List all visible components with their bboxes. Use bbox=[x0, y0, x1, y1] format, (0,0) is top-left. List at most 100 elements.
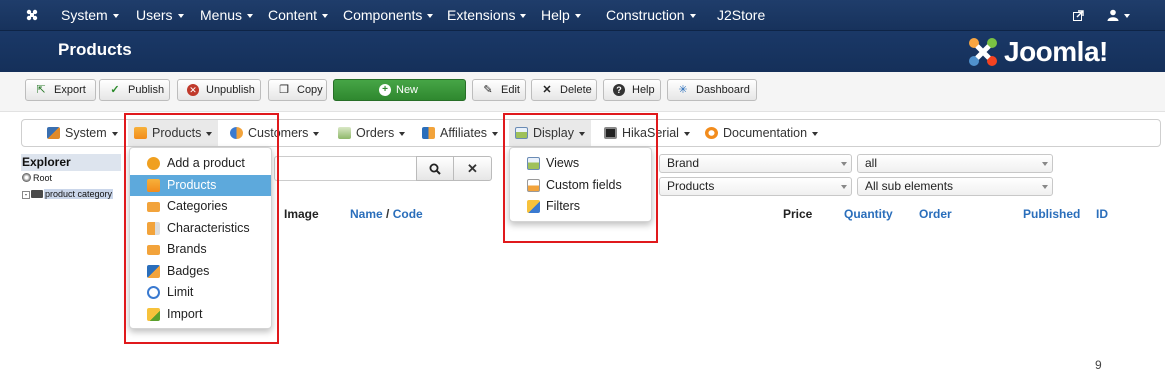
tree-label: product category bbox=[44, 189, 114, 199]
hika-menu-affiliates[interactable]: Affiliates bbox=[422, 120, 499, 146]
menu-label: Affiliates bbox=[440, 126, 488, 140]
new-button[interactable]: + New bbox=[333, 79, 466, 101]
export-button[interactable]: ⇱ Export bbox=[25, 79, 96, 101]
button-label: New bbox=[396, 84, 419, 96]
caret-down-icon bbox=[322, 14, 329, 19]
column-order[interactable]: Order bbox=[919, 207, 952, 221]
nav-components[interactable]: Components bbox=[343, 0, 434, 31]
status-filter-select[interactable]: all bbox=[857, 154, 1053, 173]
caret-down-icon bbox=[1124, 14, 1130, 19]
caret-down-icon bbox=[520, 14, 527, 19]
caret-down-icon bbox=[399, 131, 406, 136]
tree-root[interactable]: Root bbox=[22, 173, 52, 183]
top-navbar: System Users Menus Content Components Ex… bbox=[0, 0, 1165, 31]
menu-label: Orders bbox=[356, 126, 395, 140]
column-published[interactable]: Published bbox=[1023, 207, 1080, 221]
globe-icon bbox=[22, 173, 31, 182]
user-icon bbox=[1107, 7, 1119, 23]
hika-menu-orders[interactable]: Orders bbox=[338, 120, 406, 146]
explorer-title: Explorer bbox=[21, 154, 121, 171]
tree-category[interactable]: - product category bbox=[22, 189, 114, 199]
chevron-down-icon bbox=[1042, 162, 1048, 166]
nav-label: Users bbox=[136, 7, 173, 23]
unpublish-icon: ✕ bbox=[187, 84, 199, 96]
column-price: Price bbox=[783, 207, 813, 221]
page-title: Products bbox=[58, 40, 132, 59]
caret-down-icon bbox=[492, 131, 499, 136]
nav-content[interactable]: Content bbox=[268, 0, 329, 31]
close-icon: ✕ bbox=[467, 161, 478, 176]
clear-search-button[interactable]: ✕ bbox=[453, 156, 492, 181]
search-icon bbox=[429, 161, 441, 176]
copy-icon: ❐ bbox=[279, 84, 289, 96]
button-label: Unpublish bbox=[206, 84, 255, 96]
nav-extensions[interactable]: Extensions bbox=[447, 0, 527, 31]
chevron-down-icon bbox=[841, 162, 847, 166]
caret-down-icon bbox=[177, 14, 184, 19]
button-label: Publish bbox=[128, 84, 165, 96]
caret-down-icon bbox=[683, 131, 690, 136]
column-image: Image bbox=[284, 207, 319, 221]
nav-label: Extensions bbox=[447, 7, 516, 23]
nav-users[interactable]: Users bbox=[136, 0, 184, 31]
chevron-down-icon bbox=[1042, 185, 1048, 189]
joomla-logo-icon[interactable] bbox=[24, 0, 40, 31]
brand-text: Joomla! bbox=[1004, 36, 1108, 67]
edit-button[interactable]: ✎ Edit bbox=[472, 79, 526, 101]
orders-icon bbox=[338, 127, 351, 139]
column-name-code[interactable]: Name / Code bbox=[350, 207, 423, 221]
menu-label: Documentation bbox=[723, 126, 808, 140]
help-button[interactable]: ? Help bbox=[603, 79, 661, 101]
copy-button[interactable]: ❐ Copy bbox=[268, 79, 327, 101]
column-quantity[interactable]: Quantity bbox=[844, 207, 893, 221]
nav-system[interactable]: System bbox=[61, 0, 119, 31]
search-button[interactable] bbox=[416, 156, 454, 181]
nav-label: Components bbox=[343, 7, 423, 23]
delete-icon: ✕ bbox=[542, 84, 552, 96]
button-label: Export bbox=[54, 84, 86, 96]
nav-help[interactable]: Help bbox=[541, 0, 581, 31]
tools-icon bbox=[47, 127, 60, 139]
column-code[interactable]: Code bbox=[393, 207, 423, 221]
highlight-box-products bbox=[124, 113, 279, 344]
joomla-brand-logo: Joomla! bbox=[966, 35, 1136, 69]
caret-down-icon bbox=[689, 14, 696, 19]
select-value: Brand bbox=[667, 156, 700, 170]
menu-label: System bbox=[65, 126, 107, 140]
nav-label: J2Store bbox=[717, 7, 766, 23]
dashboard-button[interactable]: ✳ Dashboard bbox=[667, 79, 757, 101]
export-icon: ⇱ bbox=[36, 84, 46, 96]
search-input[interactable] bbox=[274, 156, 417, 181]
hika-menu-system[interactable]: System bbox=[47, 120, 118, 146]
nav-label: System bbox=[61, 7, 108, 23]
publish-button[interactable]: ✓ Publish bbox=[99, 79, 170, 101]
nav-j2store[interactable]: J2Store bbox=[717, 0, 765, 31]
delete-button[interactable]: ✕ Delete bbox=[531, 79, 597, 101]
type-filter-select[interactable]: Products bbox=[659, 177, 852, 196]
nav-menus[interactable]: Menus bbox=[200, 0, 254, 31]
button-label: Dashboard bbox=[696, 84, 750, 96]
caret-down-icon bbox=[427, 14, 434, 19]
column-id[interactable]: ID bbox=[1096, 207, 1108, 221]
caret-down-icon bbox=[247, 14, 254, 19]
select-value: All sub elements bbox=[865, 179, 954, 193]
column-name[interactable]: Name bbox=[350, 207, 383, 221]
button-label: Edit bbox=[501, 84, 520, 96]
unpublish-button[interactable]: ✕ Unpublish bbox=[177, 79, 261, 101]
user-menu[interactable] bbox=[1107, 0, 1130, 31]
select-value: Products bbox=[667, 179, 715, 193]
caret-down-icon bbox=[111, 131, 118, 136]
brand-filter-select[interactable]: Brand bbox=[659, 154, 852, 173]
caret-down-icon bbox=[313, 131, 320, 136]
nav-construction[interactable]: Construction bbox=[606, 0, 696, 31]
highlight-box-display bbox=[503, 113, 658, 243]
tree-label: Root bbox=[33, 173, 53, 183]
depth-filter-select[interactable]: All sub elements bbox=[857, 177, 1053, 196]
folder-icon bbox=[31, 190, 43, 198]
nav-label: Construction bbox=[606, 7, 685, 23]
plus-icon: + bbox=[379, 84, 391, 96]
external-link-icon[interactable] bbox=[1073, 0, 1084, 31]
hika-menu-documentation[interactable]: Documentation bbox=[705, 120, 819, 146]
help-icon: ? bbox=[613, 84, 625, 96]
nav-label: Content bbox=[268, 7, 318, 23]
